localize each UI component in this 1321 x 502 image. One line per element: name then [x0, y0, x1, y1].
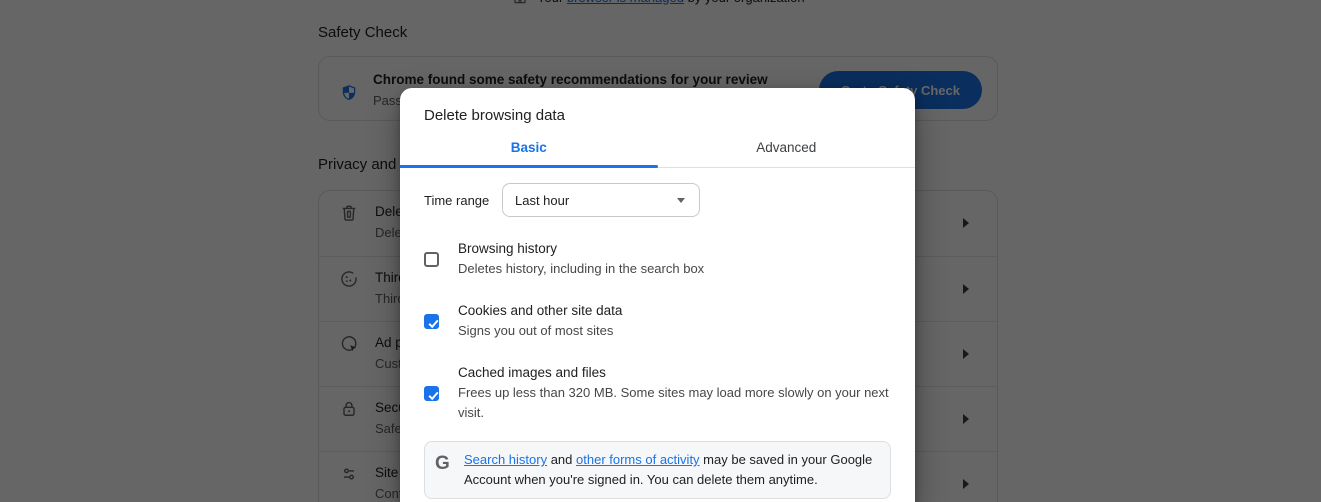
checkbox-description: Frees up less than 320 MB. Some sites ma… [458, 383, 891, 423]
selected-tab-indicator [400, 165, 658, 168]
checkbox-label: Browsing history [458, 239, 704, 259]
time-range-select[interactable]: Last hour [502, 183, 700, 217]
time-range-value: Last hour [515, 193, 569, 208]
checkbox-label: Cached images and files [458, 363, 891, 383]
checkbox-row-browsing-history: Browsing history Deletes history, includ… [424, 239, 891, 279]
dialog-tabstrip: Basic Advanced [400, 128, 915, 168]
tab-basic[interactable]: Basic [400, 128, 658, 167]
checkbox-texts: Cookies and other site data Signs you ou… [458, 301, 622, 341]
checkbox-description: Deletes history, including in the search… [458, 259, 704, 279]
chrome-settings-screen: Your browser is managed by your organiza… [0, 0, 1321, 502]
delete-browsing-data-dialog: Delete browsing data Basic Advanced Time… [400, 88, 915, 502]
dialog-body: Time range Last hour Browsing history De… [400, 169, 915, 499]
time-range-label: Time range [424, 193, 502, 208]
checkbox-row-cached-images: Cached images and files Frees up less th… [424, 363, 891, 423]
checkbox-label: Cookies and other site data [458, 301, 622, 321]
google-g-icon: G [435, 454, 453, 490]
checkbox-texts: Cached images and files Frees up less th… [458, 363, 891, 423]
browsing-history-checkbox[interactable] [424, 252, 439, 267]
checkbox-description: Signs you out of most sites [458, 321, 622, 341]
time-range-row: Time range Last hour [424, 183, 891, 217]
cached-images-checkbox[interactable] [424, 386, 439, 401]
google-notice-text: Search history and other forms of activi… [464, 450, 878, 490]
search-history-link[interactable]: Search history [464, 452, 547, 467]
google-notice-and: and [547, 452, 576, 467]
checkbox-row-cookies: Cookies and other site data Signs you ou… [424, 301, 891, 341]
dropdown-caret-icon [677, 198, 685, 203]
tab-advanced[interactable]: Advanced [658, 128, 916, 167]
google-account-notice: G Search history and other forms of acti… [424, 441, 891, 499]
dialog-title: Delete browsing data [400, 88, 915, 124]
other-forms-of-activity-link[interactable]: other forms of activity [576, 452, 700, 467]
checkbox-texts: Browsing history Deletes history, includ… [458, 239, 704, 279]
cookies-checkbox[interactable] [424, 314, 439, 329]
